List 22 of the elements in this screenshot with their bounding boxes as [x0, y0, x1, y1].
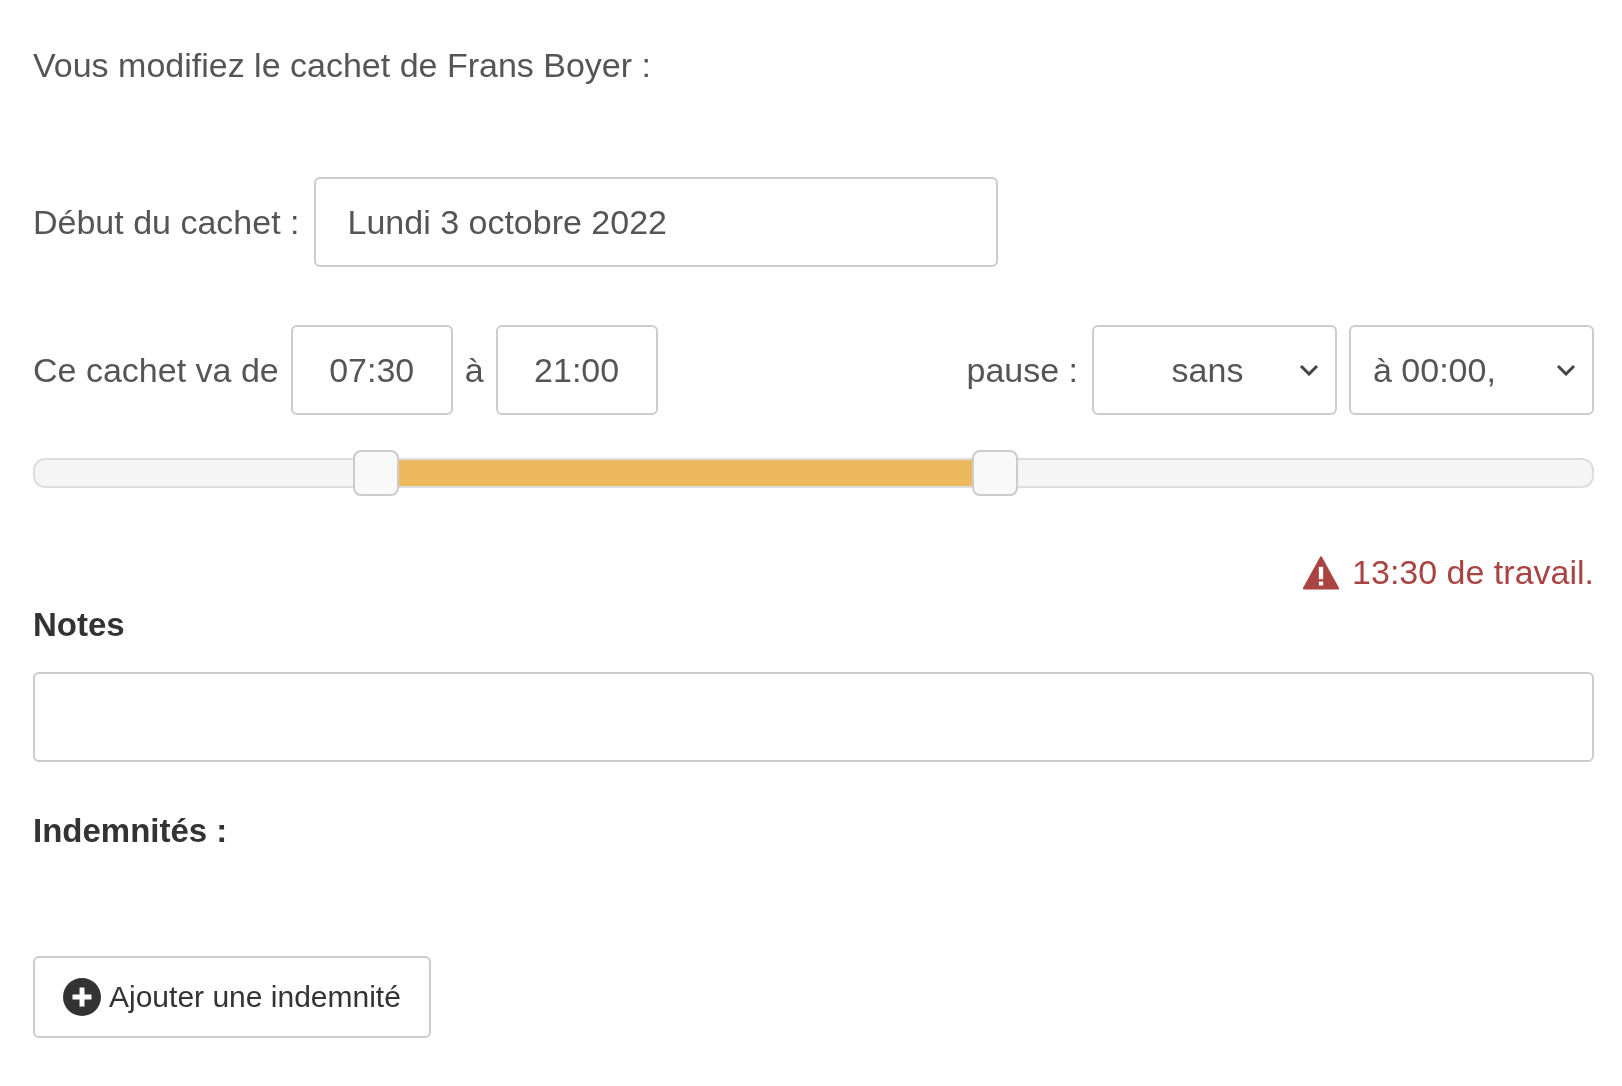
- date-field[interactable]: Lundi 3 octobre 2022: [313, 177, 998, 267]
- plus-circle-icon: [63, 978, 101, 1016]
- pause-time-select[interactable]: à 00:00,: [1349, 325, 1594, 415]
- allowances-label: Indemnités :: [33, 812, 229, 850]
- intro-text: Vous modifiez le cachet de Frans Boyer :: [33, 45, 652, 86]
- chevron-down-icon: [1299, 364, 1319, 376]
- pause-label: pause :: [966, 350, 1078, 390]
- warning-text: 13:30 de travail.: [1352, 553, 1594, 592]
- pause-duration-select[interactable]: sans: [1092, 325, 1337, 415]
- hours-label: Ce cachet va de: [33, 350, 279, 390]
- notes-field[interactable]: [33, 672, 1594, 762]
- separator-text: à: [464, 350, 484, 390]
- warning-icon: [1302, 555, 1341, 590]
- slider-handle[interactable]: [971, 450, 1018, 496]
- add-allowance-button[interactable]: Ajouter une indemnité: [33, 956, 431, 1038]
- slider-handle[interactable]: [353, 450, 400, 496]
- chevron-down-icon: [1556, 364, 1576, 376]
- start-time-field[interactable]: 07:30: [290, 325, 453, 415]
- range-slider-track[interactable]: [33, 449, 1594, 497]
- end-time-field[interactable]: 21:00: [495, 325, 658, 415]
- start-date-label: Début du cachet :: [33, 202, 300, 242]
- notes-label: Notes: [33, 606, 126, 644]
